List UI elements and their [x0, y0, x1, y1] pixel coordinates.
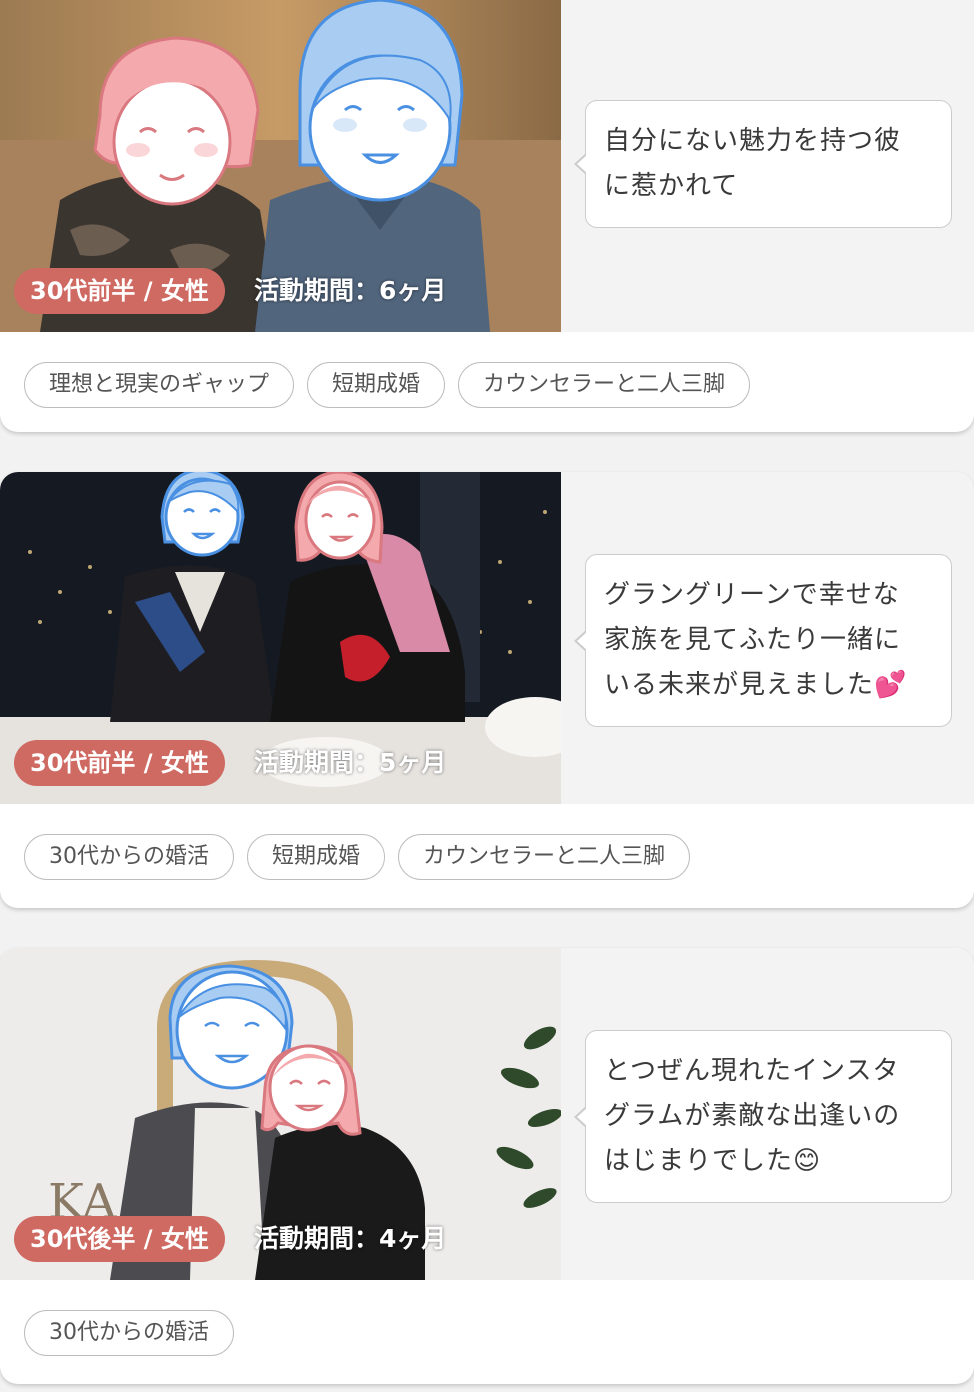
couple-photo: 30代前半 / 女性 活動期間：6ヶ月	[0, 0, 561, 332]
activity-duration: 活動期間：4ヶ月	[254, 1224, 447, 1253]
face-cover-pink	[294, 472, 384, 564]
tag-chip[interactable]: カウンセラーと二人三脚	[458, 362, 751, 408]
age-gender-badge: 30代前半 / 女性	[14, 740, 225, 786]
quote-bubble: グラングリーンで幸せな 家族を見てふたり一緒に いる未来が見えました💕	[574, 554, 952, 727]
story-card[interactable]: 30代前半 / 女性 活動期間：5ヶ月 グラングリーンで幸せな 家族を見てふたり…	[0, 472, 974, 908]
activity-duration: 活動期間：5ヶ月	[254, 748, 447, 777]
tag-chip[interactable]: カウンセラーと二人三脚	[398, 834, 691, 880]
quote-bubble: 自分にない魅力を持つ彼 に惹かれて	[574, 100, 952, 228]
quote-line: グラムが素敵な出逢いの	[604, 1101, 901, 1131]
story-header: KA 30代後半 / 女性 活動期間：4ヶ月 とつぜん現れたインスタ グラムが素…	[0, 948, 974, 1280]
tag-list: 理想と現実のギャップ 短期成婚 カウンセラーと二人三脚	[24, 362, 751, 408]
face-cover-pink	[260, 1044, 362, 1136]
tag-chip[interactable]: 短期成婚	[307, 362, 446, 408]
face-cover-blue	[160, 472, 245, 557]
quote-line: 自分にない魅力を持つ彼	[604, 126, 902, 156]
story-card[interactable]: KA 30代後半 / 女性 活動期間：4ヶ月 とつぜん現れたインスタ グラムが素…	[0, 948, 974, 1384]
tag-chip[interactable]: 短期成婚	[247, 834, 386, 880]
story-card[interactable]: 30代前半 / 女性 活動期間：6ヶ月 自分にない魅力を持つ彼 に惹かれて 理想…	[0, 0, 974, 432]
quote-line: に惹かれて	[604, 171, 739, 201]
story-header: 30代前半 / 女性 活動期間：6ヶ月 自分にない魅力を持つ彼 に惹かれて	[0, 0, 974, 332]
quote-line: はじまりでした😊	[604, 1146, 822, 1176]
tag-chip[interactable]: 理想と現実のギャップ	[24, 362, 295, 408]
success-story-list: 30代前半 / 女性 活動期間：6ヶ月 自分にない魅力を持つ彼 に惹かれて 理想…	[0, 0, 974, 1392]
couple-photo: 30代前半 / 女性 活動期間：5ヶ月	[0, 472, 561, 804]
tag-chip[interactable]: 30代からの婚活	[24, 1310, 234, 1356]
quote-bubble: とつぜん現れたインスタ グラムが素敵な出逢いの はじまりでした😊	[574, 1030, 952, 1203]
story-header: 30代前半 / 女性 活動期間：5ヶ月 グラングリーンで幸せな 家族を見てふたり…	[0, 472, 974, 804]
quote-line: 家族を見てふたり一緒に	[604, 625, 902, 655]
quote-line: とつぜん現れたインスタ	[604, 1056, 900, 1086]
tag-list: 30代からの婚活	[24, 1310, 234, 1356]
age-gender-badge: 30代後半 / 女性	[14, 1216, 225, 1262]
quote-line: いる未来が見えました💕	[604, 670, 908, 700]
tag-chip[interactable]: 30代からの婚活	[24, 834, 234, 880]
age-gender-badge: 30代前半 / 女性	[14, 268, 225, 314]
tag-list: 30代からの婚活 短期成婚 カウンセラーと二人三脚	[24, 834, 691, 880]
activity-duration: 活動期間：6ヶ月	[254, 276, 447, 305]
couple-photo: KA 30代後半 / 女性 活動期間：4ヶ月	[0, 948, 561, 1280]
face-cover-blue	[298, 0, 464, 202]
quote-line: グラングリーンで幸せな	[604, 580, 900, 610]
